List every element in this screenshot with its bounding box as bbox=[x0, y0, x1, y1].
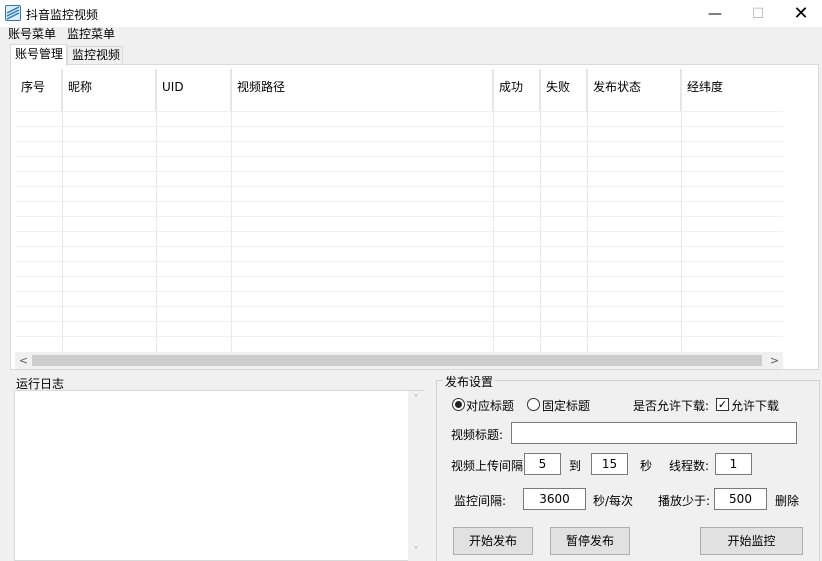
column-header-success[interactable]: 成功 bbox=[493, 69, 540, 111]
column-header-index[interactable]: 序号 bbox=[15, 69, 62, 111]
column-divider bbox=[156, 69, 157, 352]
column-header-coordinates[interactable]: 经纬度 bbox=[681, 69, 783, 111]
scroll-up-icon[interactable]: ˄ bbox=[408, 392, 424, 408]
maximize-button[interactable]: ☐ bbox=[735, 0, 781, 27]
table-row bbox=[15, 276, 783, 291]
upload-interval-to-label: 到 bbox=[569, 459, 582, 473]
upload-interval-min-input[interactable]: 5 bbox=[524, 453, 561, 475]
publish-settings-title: 发布设置 bbox=[443, 373, 496, 390]
close-button[interactable]: ✕ bbox=[778, 0, 822, 27]
video-title-label: 视频标题: bbox=[451, 428, 504, 442]
table-row bbox=[15, 306, 783, 321]
tab-panel-account: 序号 昵称 UID 视频路径 成功 失败 发布状态 经纬度 < > bbox=[10, 64, 819, 370]
horizontal-scrollbar[interactable]: < > bbox=[15, 352, 783, 369]
column-divider bbox=[62, 69, 63, 352]
video-title-input[interactable] bbox=[511, 422, 797, 444]
radio-corresponding-title[interactable] bbox=[452, 398, 465, 411]
table-row bbox=[15, 231, 783, 246]
table-row bbox=[15, 216, 783, 231]
window-title: 抖音监控视频 bbox=[26, 8, 99, 22]
upload-interval-unit: 秒 bbox=[640, 459, 653, 473]
menu-account[interactable]: 账号菜单 bbox=[8, 27, 56, 42]
play-less-than-label: 播放少于: bbox=[658, 494, 711, 508]
monitor-interval-input[interactable]: 3600 bbox=[523, 488, 586, 510]
column-divider bbox=[681, 69, 682, 352]
threads-label: 线程数: bbox=[669, 459, 710, 473]
threads-input[interactable]: 1 bbox=[715, 453, 752, 475]
table-row bbox=[15, 126, 783, 141]
table-row bbox=[15, 246, 783, 261]
app-icon bbox=[5, 5, 21, 21]
column-header-publish-status[interactable]: 发布状态 bbox=[587, 69, 681, 111]
allow-download-label: 是否允许下载: bbox=[633, 399, 710, 413]
column-header-video-path[interactable]: 视频路径 bbox=[231, 69, 493, 111]
table-row bbox=[15, 261, 783, 276]
start-publish-button[interactable]: 开始发布 bbox=[453, 527, 533, 555]
table-row bbox=[15, 171, 783, 186]
column-divider bbox=[540, 69, 541, 352]
minimize-button[interactable]: — bbox=[692, 0, 738, 27]
scroll-right-icon[interactable]: > bbox=[766, 352, 783, 369]
account-table[interactable]: 序号 昵称 UID 视频路径 成功 失败 发布状态 经纬度 bbox=[15, 69, 783, 352]
play-less-than-input[interactable]: 500 bbox=[714, 488, 767, 510]
menu-bar: 账号菜单 监控菜单 bbox=[0, 27, 822, 44]
pause-publish-button[interactable]: 暂停发布 bbox=[550, 527, 630, 555]
table-header: 序号 昵称 UID 视频路径 成功 失败 发布状态 经纬度 bbox=[15, 69, 783, 111]
radio-corresponding-title-label[interactable]: 对应标题 bbox=[466, 397, 514, 414]
delete-label: 删除 bbox=[775, 494, 800, 508]
upload-interval-label: 视频上传间隔: bbox=[451, 459, 528, 473]
table-row bbox=[15, 186, 783, 201]
column-header-nickname[interactable]: 昵称 bbox=[62, 69, 156, 111]
scrollbar-thumb[interactable] bbox=[32, 355, 762, 366]
column-divider bbox=[493, 69, 494, 352]
table-row bbox=[15, 141, 783, 156]
table-row bbox=[15, 111, 783, 126]
table-row bbox=[15, 291, 783, 306]
column-divider bbox=[231, 69, 232, 352]
scroll-down-icon[interactable]: ˅ bbox=[408, 544, 424, 560]
table-row bbox=[15, 201, 783, 216]
table-body bbox=[15, 111, 783, 352]
allow-download-checkbox-label[interactable]: 允许下载 bbox=[731, 397, 779, 414]
monitor-interval-unit: 秒/每次 bbox=[593, 494, 634, 508]
column-header-uid[interactable]: UID bbox=[156, 69, 231, 111]
tab-monitor-video[interactable]: 监控视频 bbox=[67, 46, 123, 65]
radio-fixed-title[interactable] bbox=[527, 398, 540, 411]
allow-download-checkbox[interactable]: ✓ bbox=[716, 398, 729, 411]
table-row bbox=[15, 156, 783, 171]
tab-account-management[interactable]: 账号管理 bbox=[10, 44, 67, 66]
log-textarea[interactable]: ˄ ˅ bbox=[14, 390, 424, 561]
table-row bbox=[15, 321, 783, 336]
upload-interval-max-input[interactable]: 15 bbox=[591, 453, 628, 475]
column-header-failure[interactable]: 失败 bbox=[540, 69, 587, 111]
title-bar: 抖音监控视频 — ☐ ✕ bbox=[0, 0, 822, 27]
column-divider bbox=[587, 69, 588, 352]
menu-monitor[interactable]: 监控菜单 bbox=[67, 27, 115, 42]
scroll-left-icon[interactable]: < bbox=[15, 352, 32, 369]
start-monitor-button[interactable]: 开始监控 bbox=[700, 527, 803, 555]
radio-fixed-title-label[interactable]: 固定标题 bbox=[542, 397, 590, 414]
table-row bbox=[15, 336, 783, 351]
log-vertical-scrollbar[interactable]: ˄ ˅ bbox=[408, 391, 424, 561]
monitor-interval-label: 监控间隔: bbox=[454, 494, 507, 508]
